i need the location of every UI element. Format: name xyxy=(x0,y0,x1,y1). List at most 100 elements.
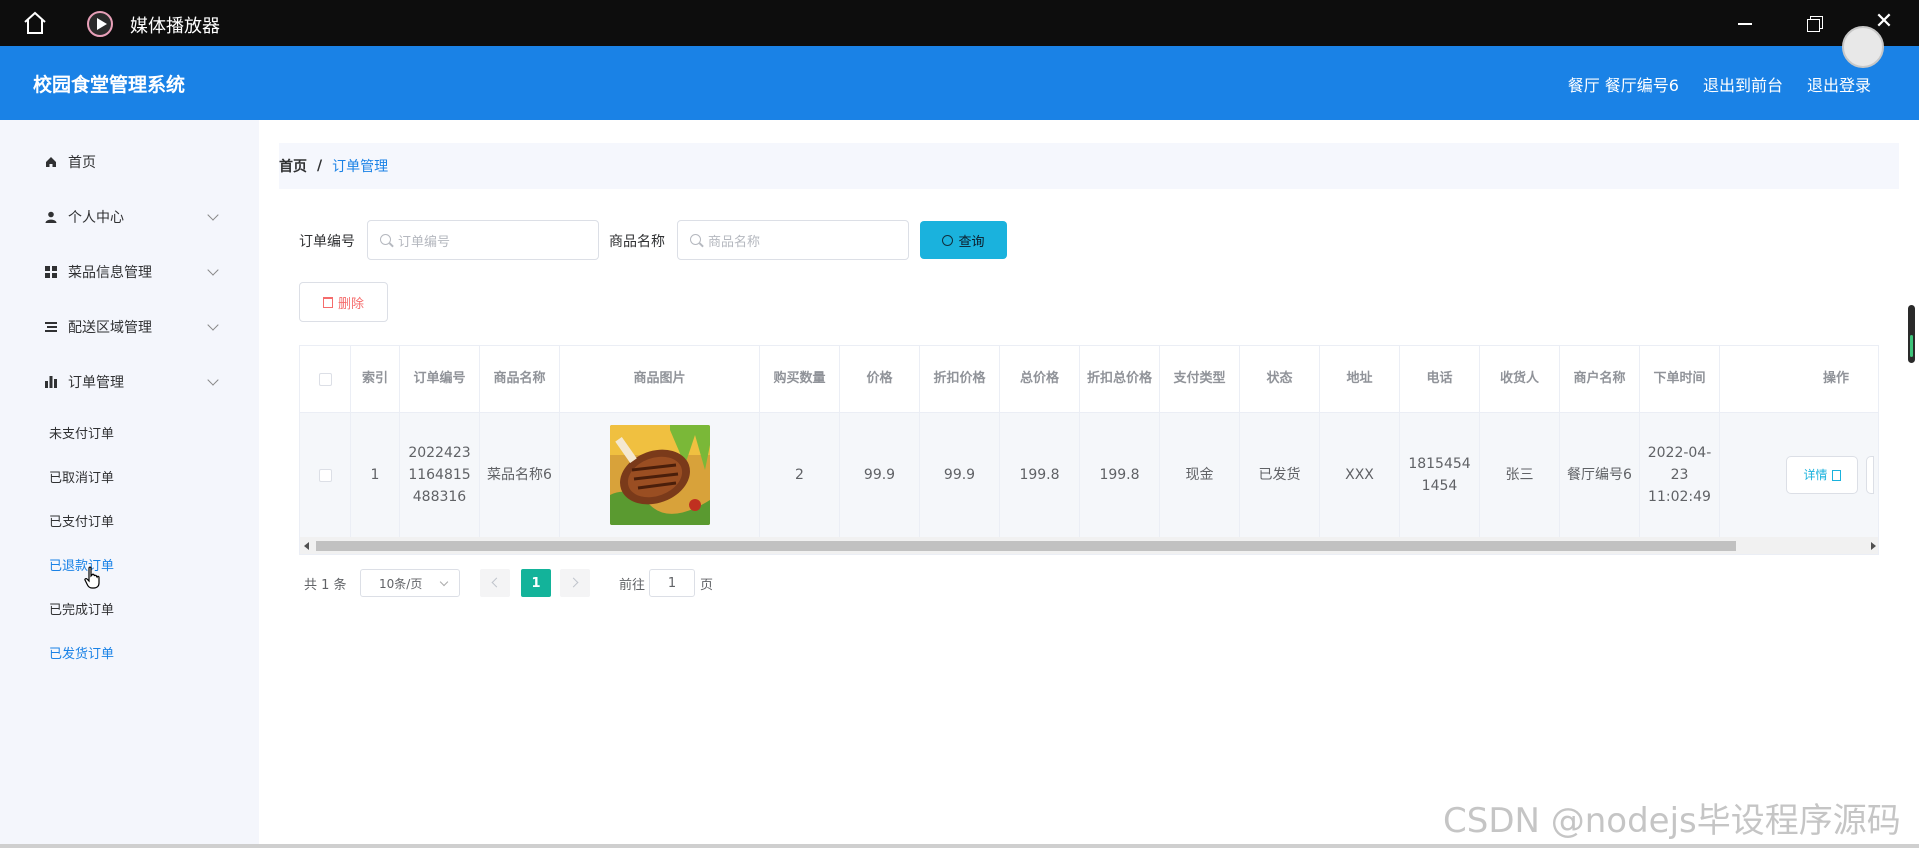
row-checkbox[interactable] xyxy=(318,468,332,482)
sub-item-refunded[interactable]: 已退款订单 xyxy=(49,555,114,574)
table-header: 索引 订单编号 商品名称 商品图片 购买数量 价格 折扣价格 总价格 折扣总价格… xyxy=(300,346,1878,413)
sidebar-item-label: 配送区域管理 xyxy=(68,320,152,336)
list-icon xyxy=(44,320,58,334)
breadcrumb-current: 订单管理 xyxy=(332,159,389,175)
cell-price: 99.9 xyxy=(840,413,920,537)
product-name-placeholder: 商品名称 xyxy=(708,234,761,250)
order-no-label: 订单编号 xyxy=(299,234,355,250)
hand-cursor-icon xyxy=(84,566,100,589)
search-icon xyxy=(942,234,954,246)
col-header[interactable]: 操作 xyxy=(1720,346,1878,412)
grid-icon xyxy=(44,265,58,279)
minimize-button[interactable] xyxy=(1734,12,1756,34)
select-all-checkbox[interactable] xyxy=(318,372,332,386)
trash-icon xyxy=(322,296,333,308)
page-size-value: 10条/页 xyxy=(379,576,423,591)
goto-page-input[interactable]: 1 xyxy=(649,569,695,597)
cell-actions: 详情 xyxy=(1720,413,1878,537)
select-all-cell xyxy=(300,346,351,412)
cell-quantity: 2 xyxy=(760,413,840,537)
col-header[interactable]: 商品图片 xyxy=(560,346,760,412)
cell-pay-type: 现金 xyxy=(1160,413,1240,537)
col-header[interactable]: 电话 xyxy=(1400,346,1480,412)
sidebar: 首页 个人中心 菜品信息管理 配送区域管理 订单管理 未支付订单 已取消订单 已… xyxy=(0,120,259,848)
detail-button-label: 详情 xyxy=(1803,468,1828,482)
col-header[interactable]: 订单编号 xyxy=(400,346,480,412)
document-icon xyxy=(1831,469,1841,481)
sidebar-item-label: 首页 xyxy=(68,155,96,171)
order-no-input[interactable]: 订单编号 xyxy=(367,220,599,260)
maximize-button[interactable] xyxy=(1804,12,1826,34)
cell-status: 已发货 xyxy=(1240,413,1320,537)
scrollbar-thumb[interactable] xyxy=(316,541,1736,551)
breadcrumb-home[interactable]: 首页 xyxy=(279,156,307,176)
window-title: 媒体播放器 xyxy=(130,16,220,37)
detail-button[interactable]: 详情 xyxy=(1786,456,1858,494)
next-page-button[interactable] xyxy=(560,569,590,597)
sub-item-cancelled[interactable]: 已取消订单 xyxy=(49,467,114,486)
sidebar-item-delivery-area[interactable]: 配送区域管理 xyxy=(0,307,259,347)
watermark: CSDN @nodejs毕设程序源码 xyxy=(1443,801,1901,841)
chevron-down-icon xyxy=(207,264,219,276)
col-header[interactable]: 状态 xyxy=(1240,346,1320,412)
col-header[interactable]: 支付类型 xyxy=(1160,346,1240,412)
cell-index: 1 xyxy=(351,413,400,537)
exit-to-frontend-link[interactable]: 退出到前台 xyxy=(1703,72,1783,96)
sidebar-item-personal-center[interactable]: 个人中心 xyxy=(0,197,259,237)
col-header[interactable]: 商户名称 xyxy=(1560,346,1640,412)
col-header[interactable]: 地址 xyxy=(1320,346,1400,412)
chevron-down-icon xyxy=(207,374,219,386)
sidebar-item-order-management[interactable]: 订单管理 xyxy=(0,362,259,402)
scroll-right-icon[interactable] xyxy=(1871,542,1876,550)
header-links: 餐厅 餐厅编号6 退出到前台 退出登录 xyxy=(1568,72,1871,96)
chevron-down-icon xyxy=(207,319,219,331)
sub-item-paid[interactable]: 已支付订单 xyxy=(49,511,114,530)
horizontal-scrollbar[interactable] xyxy=(300,537,1878,554)
table-row[interactable]: 1 2022423 1164815 488316 菜品名称6 2 99.9 99… xyxy=(300,413,1878,537)
cell-order-no: 2022423 1164815 488316 xyxy=(400,413,480,537)
top-header: 校园食堂管理系统 餐厅 餐厅编号6 退出到前台 退出登录 xyxy=(0,26,1919,120)
query-button[interactable]: 查询 xyxy=(920,221,1007,259)
brand-title: 校园食堂管理系统 xyxy=(33,74,186,96)
cell-total-price: 199.8 xyxy=(1000,413,1080,537)
query-button-label: 查询 xyxy=(958,234,985,250)
more-action-button[interactable] xyxy=(1866,456,1874,494)
row-select-cell xyxy=(300,413,351,537)
delete-button[interactable]: 删除 xyxy=(299,282,388,322)
sidebar-item-label: 订单管理 xyxy=(68,375,124,391)
col-header[interactable]: 价格 xyxy=(840,346,920,412)
logout-link[interactable]: 退出登录 xyxy=(1807,72,1871,96)
prev-page-button[interactable] xyxy=(480,569,510,597)
col-header[interactable]: 商品名称 xyxy=(480,346,560,412)
home-icon[interactable] xyxy=(22,11,48,35)
col-header[interactable]: 下单时间 xyxy=(1640,346,1720,412)
restaurant-account-link[interactable]: 餐厅 餐厅编号6 xyxy=(1568,72,1679,96)
cell-phone: 1815454 1454 xyxy=(1400,413,1480,537)
product-name-input[interactable]: 商品名称 xyxy=(677,220,909,260)
sub-item-completed[interactable]: 已完成订单 xyxy=(49,599,114,618)
col-header[interactable]: 折扣总价格 xyxy=(1080,346,1160,412)
col-header[interactable]: 索引 xyxy=(351,346,400,412)
col-header[interactable]: 收货人 xyxy=(1480,346,1560,412)
delete-button-label: 删除 xyxy=(337,296,364,312)
cell-discount-total: 199.8 xyxy=(1080,413,1160,537)
search-icon xyxy=(380,234,391,245)
vertical-scrollbar[interactable] xyxy=(1908,305,1915,363)
home-icon xyxy=(44,155,58,169)
sidebar-item-home[interactable]: 首页 xyxy=(0,142,259,182)
sidebar-item-dish-management[interactable]: 菜品信息管理 xyxy=(0,252,259,292)
media-player-icon xyxy=(87,11,113,37)
goto-prefix: 前往 xyxy=(619,577,646,593)
product-image[interactable] xyxy=(609,425,710,525)
sub-item-shipped[interactable]: 已发货订单 xyxy=(49,643,114,662)
scroll-left-icon[interactable] xyxy=(304,542,309,550)
cell-address: XXX xyxy=(1320,413,1400,537)
page-size-select[interactable]: 10条/页 xyxy=(360,569,460,597)
page-number-current[interactable]: 1 xyxy=(521,569,551,597)
col-header[interactable]: 总价格 xyxy=(1000,346,1080,412)
window-titlebar: 媒体播放器 ✕ xyxy=(0,0,1919,46)
col-header[interactable]: 折扣价格 xyxy=(920,346,1000,412)
col-header[interactable]: 购买数量 xyxy=(760,346,840,412)
avatar[interactable] xyxy=(1842,26,1884,68)
sub-item-unpaid[interactable]: 未支付订单 xyxy=(49,423,114,442)
